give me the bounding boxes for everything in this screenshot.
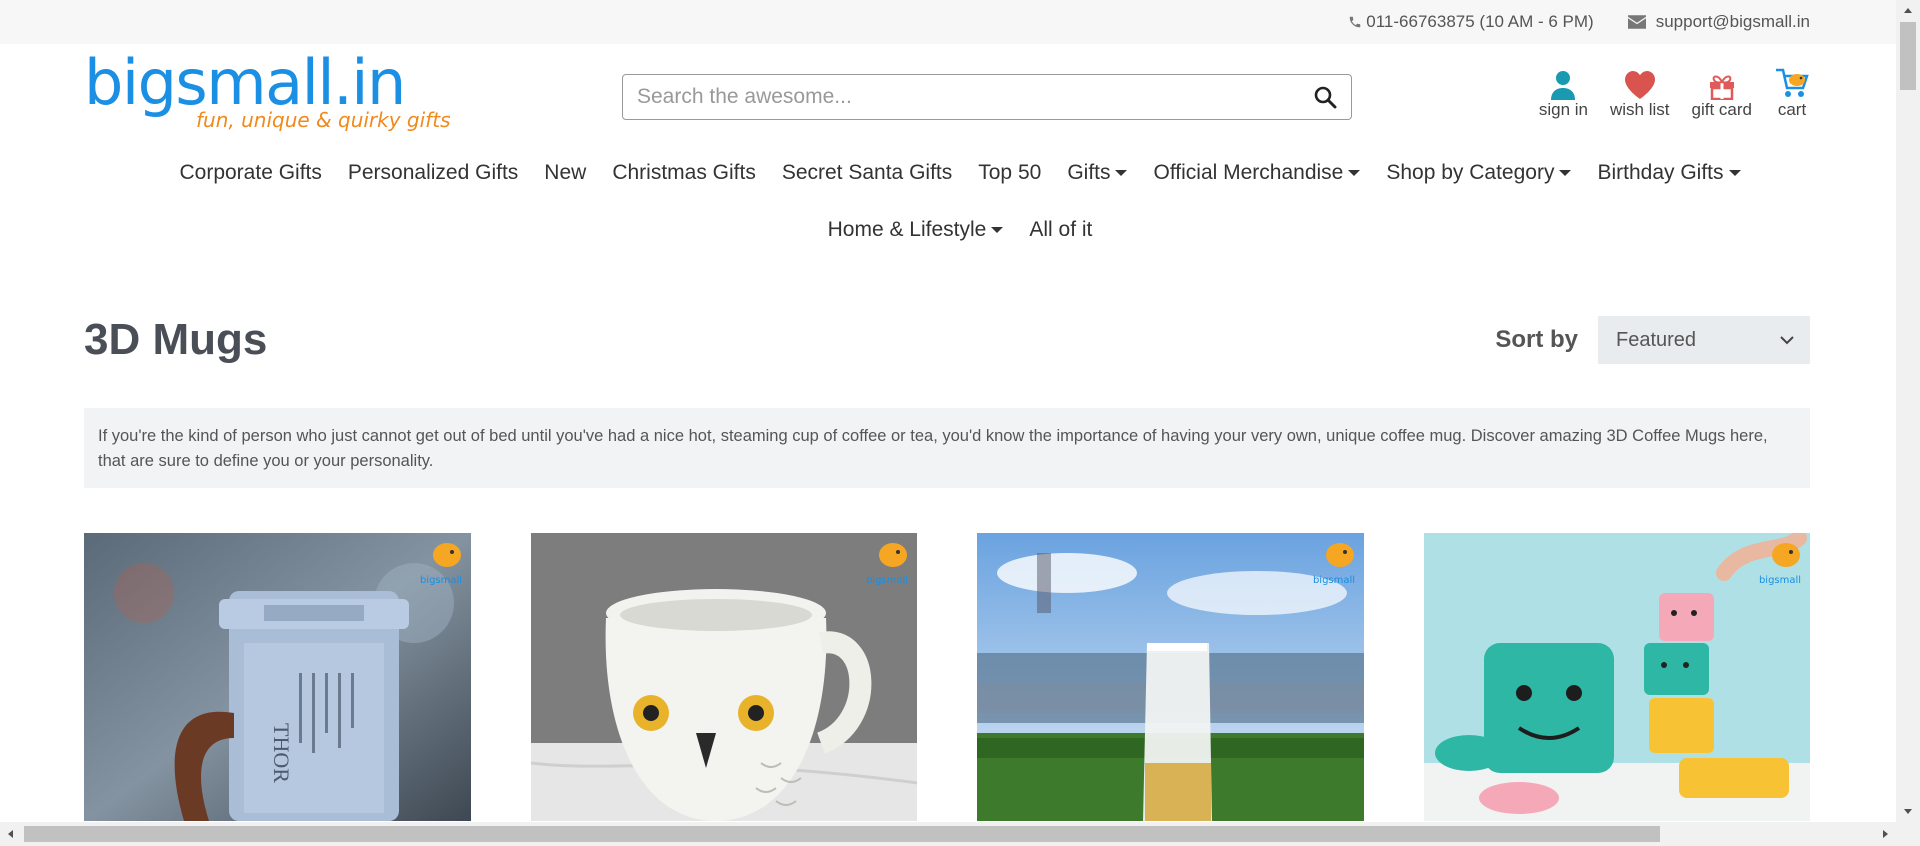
product-image-beer-boot-glass[interactable] — [977, 533, 1364, 821]
category-content: 3D Mugs Sort by Featured If you're the k… — [84, 300, 1810, 821]
sort-label: Sort by — [1495, 326, 1578, 353]
svg-text:bigsmall: bigsmall — [866, 575, 908, 586]
product-image-thor-mug[interactable]: THOR — [84, 533, 471, 821]
menu-item-official-merchandise[interactable]: Official Merchandise — [1140, 144, 1373, 201]
menu-item-shop-by-category[interactable]: Shop by Category — [1373, 144, 1584, 201]
email-text: support@bigsmall.in — [1655, 12, 1810, 31]
caret-down-icon — [1115, 169, 1128, 176]
svg-text:bigsmall: bigsmall — [1759, 575, 1801, 586]
menu-item-label: All of it — [1029, 217, 1093, 241]
gift-card-link[interactable]: gift card — [1692, 66, 1752, 120]
phone-icon — [1350, 16, 1361, 28]
menu-item-new[interactable]: New — [531, 144, 599, 201]
menu-item-label: Corporate Gifts — [179, 160, 322, 184]
menu-item-personalized-gifts[interactable]: Personalized Gifts — [335, 144, 531, 201]
svg-text:bigsmall: bigsmall — [1312, 575, 1354, 586]
brand-badge-icon: bigsmall — [1312, 543, 1355, 586]
brand-badge-icon: bigsmall — [419, 543, 462, 586]
logo-wordmark: bigsmall.in — [84, 46, 406, 119]
menu-item-label: Gifts — [1067, 160, 1111, 184]
product-image-owl-mug[interactable] — [530, 533, 918, 821]
horizontal-scroll-thumb[interactable] — [24, 826, 1660, 842]
gift-card-label: gift card — [1691, 100, 1752, 119]
scroll-left-arrow-icon[interactable] — [8, 830, 13, 838]
cart-link[interactable]: cart — [1774, 66, 1810, 120]
caret-down-icon — [1348, 169, 1361, 176]
caret-down-icon — [1728, 169, 1741, 176]
product-image-dino-kids-set[interactable] — [1423, 533, 1811, 821]
phone-text: 011-66763875 (10 AM - 6 PM) — [1366, 12, 1594, 31]
wish-list-label: wish list — [1610, 100, 1670, 119]
product-card[interactable]: bigsmall — [977, 533, 1364, 821]
product-card[interactable]: bigsmall — [1423, 533, 1811, 821]
menu-item-label: Official Merchandise — [1153, 160, 1344, 184]
scroll-down-arrow-icon[interactable] — [1904, 809, 1912, 814]
menu-item-label: Christmas Gifts — [612, 160, 756, 184]
svg-text:bigsmall: bigsmall — [419, 575, 461, 586]
search-icon[interactable] — [1313, 85, 1337, 109]
main-menu: Corporate Gifts Personalized Gifts New Chri… — [0, 144, 1920, 258]
menu-item-gifts[interactable]: Gifts — [1054, 144, 1140, 201]
sign-in-label: sign in — [1538, 100, 1588, 119]
menu-item-label: Home & Lifestyle — [827, 217, 987, 241]
menu-item-label: Secret Santa Gifts — [781, 160, 953, 184]
sort-value: Featured — [1616, 328, 1697, 351]
top-utility-bar: 011-66763875 (10 AM - 6 PM) support@bigs… — [0, 0, 1920, 44]
page-title: 3D Mugs — [84, 315, 268, 364]
menu-item-label: Top 50 — [978, 160, 1042, 184]
cart-label: cart — [1777, 100, 1807, 119]
user-nav: sign in wish list gift card cart — [1539, 66, 1810, 120]
product-grid: THOR bigsmall bigsmall bigsmall bigsmall — [84, 533, 1810, 821]
site-header: bigsmall.in fun, unique & quirky gifts s… — [0, 44, 1920, 144]
menu-item-label: New — [544, 160, 587, 184]
support-email[interactable]: support@bigsmall.in — [1627, 12, 1810, 32]
gift-icon — [1709, 75, 1734, 100]
sort-select[interactable]: Featured — [1598, 316, 1810, 364]
caret-down-icon — [991, 226, 1004, 233]
product-card[interactable]: THOR bigsmall — [84, 533, 471, 821]
search-bar — [622, 74, 1352, 120]
category-description: If you're the kind of person who just ca… — [84, 408, 1810, 488]
sign-in-link[interactable]: sign in — [1539, 66, 1588, 120]
menu-item-home-lifestyle[interactable]: Home & Lifestyle — [815, 201, 1017, 258]
vertical-scrollbar[interactable] — [1896, 0, 1920, 822]
wish-list-link[interactable]: wish list — [1610, 66, 1670, 120]
envelope-icon — [1627, 15, 1646, 29]
menu-item-label: Personalized Gifts — [347, 160, 519, 184]
menu-item-birthday-gifts[interactable]: Birthday Gifts — [1584, 144, 1753, 201]
menu-item-top-50[interactable]: Top 50 — [965, 144, 1054, 201]
main-menu-list: Corporate Gifts Personalized Gifts New Chri… — [150, 144, 1770, 258]
scroll-right-arrow-icon[interactable] — [1883, 830, 1888, 838]
menu-item-all-of-it[interactable]: All of it — [1016, 201, 1105, 258]
menu-item-label: Shop by Category — [1386, 160, 1555, 184]
horizontal-scrollbar[interactable] — [0, 822, 1920, 846]
menu-item-corporate-gifts[interactable]: Corporate Gifts — [166, 144, 334, 201]
logo-tagline: fun, unique & quirky gifts — [196, 108, 451, 132]
vertical-scroll-thumb[interactable] — [1900, 22, 1916, 90]
search-input[interactable] — [637, 85, 1313, 109]
brand-badge-icon: bigsmall — [866, 543, 908, 586]
menu-item-christmas-gifts[interactable]: Christmas Gifts — [599, 144, 769, 201]
sort-control: Sort by Featured — [1495, 316, 1810, 364]
chevron-down-icon — [1780, 336, 1794, 345]
menu-item-secret-santa-gifts[interactable]: Secret Santa Gifts — [769, 144, 965, 201]
site-logo[interactable]: bigsmall.in fun, unique & quirky gifts — [84, 46, 451, 133]
product-card[interactable]: bigsmall — [530, 533, 918, 821]
thor-engraving: THOR — [269, 723, 294, 783]
support-phone[interactable]: 011-66763875 (10 AM - 6 PM) — [1348, 12, 1594, 32]
cart-icon — [1776, 68, 1809, 97]
title-row: 3D Mugs Sort by Featured — [84, 300, 1810, 380]
scroll-up-arrow-icon[interactable] — [1904, 8, 1912, 13]
brand-badge-icon: bigsmall — [1759, 543, 1801, 586]
caret-down-icon — [1559, 169, 1572, 176]
menu-item-label: Birthday Gifts — [1597, 160, 1724, 184]
heart-icon — [1624, 71, 1655, 99]
user-icon — [1551, 71, 1576, 100]
